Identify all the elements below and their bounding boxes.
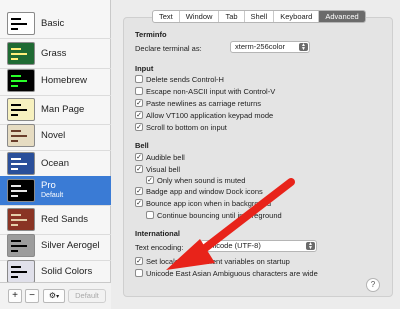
continue-bouncing-checkbox[interactable] xyxy=(146,211,154,219)
profile-name: Man Page xyxy=(41,104,85,115)
chevron-down-icon: ▾ xyxy=(56,294,60,300)
tab-shell[interactable]: Shell xyxy=(245,11,275,22)
profile-thumbnail xyxy=(7,179,35,202)
declare-terminal-label: Declare terminal as: xyxy=(135,44,202,53)
text-encoding-select[interactable]: Unicode (UTF-8) ▲ ▼ xyxy=(200,240,317,252)
set-locale-checkbox[interactable] xyxy=(135,257,143,265)
bell-heading: Bell xyxy=(135,141,149,150)
profile-pro[interactable]: Pro Default xyxy=(0,176,111,206)
profile-name: Grass xyxy=(41,48,67,59)
profile-grass[interactable]: Grass xyxy=(0,39,111,69)
profile-list: Basic Grass Homebrew Man Page Novel Ocea… xyxy=(0,0,111,309)
profile-name: Homebrew xyxy=(41,75,87,86)
default-profile-label: Default xyxy=(41,192,64,199)
profile-basic[interactable]: Basic xyxy=(0,9,111,39)
only-when-muted-label: Only when sound is muted xyxy=(157,176,246,185)
audible-bell-checkbox[interactable] xyxy=(135,153,143,161)
input-heading: Input xyxy=(135,64,154,73)
delete-sends-control-h-checkbox[interactable] xyxy=(135,75,143,83)
escape-non-ascii-checkbox[interactable] xyxy=(135,87,143,95)
terminfo-heading: Terminfo xyxy=(135,30,167,39)
tab-advanced[interactable]: Advanced xyxy=(319,11,365,22)
escape-non-ascii-label: Escape non-ASCII input with Control-V xyxy=(146,87,276,96)
tab-text[interactable]: Text xyxy=(153,11,180,22)
profile-actions-button[interactable]: ⚙▾ xyxy=(43,289,65,303)
text-encoding-label: Text encoding: xyxy=(135,243,184,252)
help-button[interactable]: ? xyxy=(366,278,380,292)
profile-name: Ocean xyxy=(41,158,69,169)
set-locale-label: Set locale environment variables on star… xyxy=(146,257,290,266)
profile-thumbnail xyxy=(7,208,35,231)
badge-dock-icons-label: Badge app and window Dock icons xyxy=(146,187,263,196)
vt100-keypad-checkbox[interactable] xyxy=(135,111,143,119)
select-stepper-icon: ▲ ▼ xyxy=(299,43,308,52)
tab-window[interactable]: Window xyxy=(180,11,220,22)
profile-thumbnail xyxy=(7,234,35,257)
profile-name: Pro xyxy=(41,180,56,191)
profile-thumbnail xyxy=(7,12,35,35)
profile-homebrew[interactable]: Homebrew xyxy=(0,66,111,96)
tab-keyboard[interactable]: Keyboard xyxy=(274,11,320,22)
terminal-type-select[interactable]: xterm-256color ▲ ▼ xyxy=(230,41,310,53)
vt100-keypad-label: Allow VT100 application keypad mode xyxy=(146,111,274,120)
international-heading: International xyxy=(135,229,181,238)
settings-tab-bar: Text Window Tab Shell Keyboard Advanced xyxy=(152,10,366,23)
badge-dock-icons-checkbox[interactable] xyxy=(135,187,143,195)
remove-profile-button[interactable]: − xyxy=(25,289,39,303)
set-default-button[interactable]: Default xyxy=(68,289,106,303)
profile-toolbar: + − ⚙▾ Default xyxy=(0,282,111,309)
profile-thumbnail xyxy=(7,98,35,121)
scroll-to-bottom-checkbox[interactable] xyxy=(135,123,143,131)
profile-thumbnail xyxy=(7,42,35,65)
add-profile-button[interactable]: + xyxy=(8,289,22,303)
scroll-to-bottom-label: Scroll to bottom on input xyxy=(146,123,227,132)
paste-newlines-checkbox[interactable] xyxy=(135,99,143,107)
profile-name: Solid Colors xyxy=(41,266,93,277)
profile-thumbnail xyxy=(7,260,35,283)
continue-bouncing-label: Continue bouncing until in foreground xyxy=(157,211,282,220)
delete-sends-control-h-label: Delete sends Control-H xyxy=(146,75,224,84)
profile-name: Silver Aerogel xyxy=(41,240,100,251)
terminal-type-value: xterm-256color xyxy=(235,42,286,51)
east-asian-wide-label: Unicode East Asian Ambiguous characters … xyxy=(146,269,318,278)
audible-bell-label: Audible bell xyxy=(146,153,185,162)
gear-icon: ⚙ xyxy=(48,291,57,300)
tab-tab[interactable]: Tab xyxy=(219,11,245,22)
paste-newlines-label: Paste newlines as carriage returns xyxy=(146,99,262,108)
only-when-muted-checkbox[interactable] xyxy=(146,176,154,184)
bounce-app-icon-checkbox[interactable] xyxy=(135,199,143,207)
profile-name: Basic xyxy=(41,18,65,29)
profile-thumbnail xyxy=(7,152,35,175)
text-encoding-value: Unicode (UTF-8) xyxy=(205,241,261,250)
visual-bell-checkbox[interactable] xyxy=(135,165,143,173)
profile-name: Red Sands xyxy=(41,214,89,225)
east-asian-wide-checkbox[interactable] xyxy=(135,269,143,277)
select-stepper-icon: ▲ ▼ xyxy=(306,242,315,251)
profile-ocean[interactable]: Ocean xyxy=(0,149,111,179)
bounce-app-icon-label: Bounce app icon when in background xyxy=(146,199,272,208)
profile-novel[interactable]: Novel xyxy=(0,121,111,151)
profile-thumbnail xyxy=(7,124,35,147)
profile-name: Novel xyxy=(41,130,66,141)
visual-bell-label: Visual bell xyxy=(146,165,181,174)
profile-thumbnail xyxy=(7,69,35,92)
